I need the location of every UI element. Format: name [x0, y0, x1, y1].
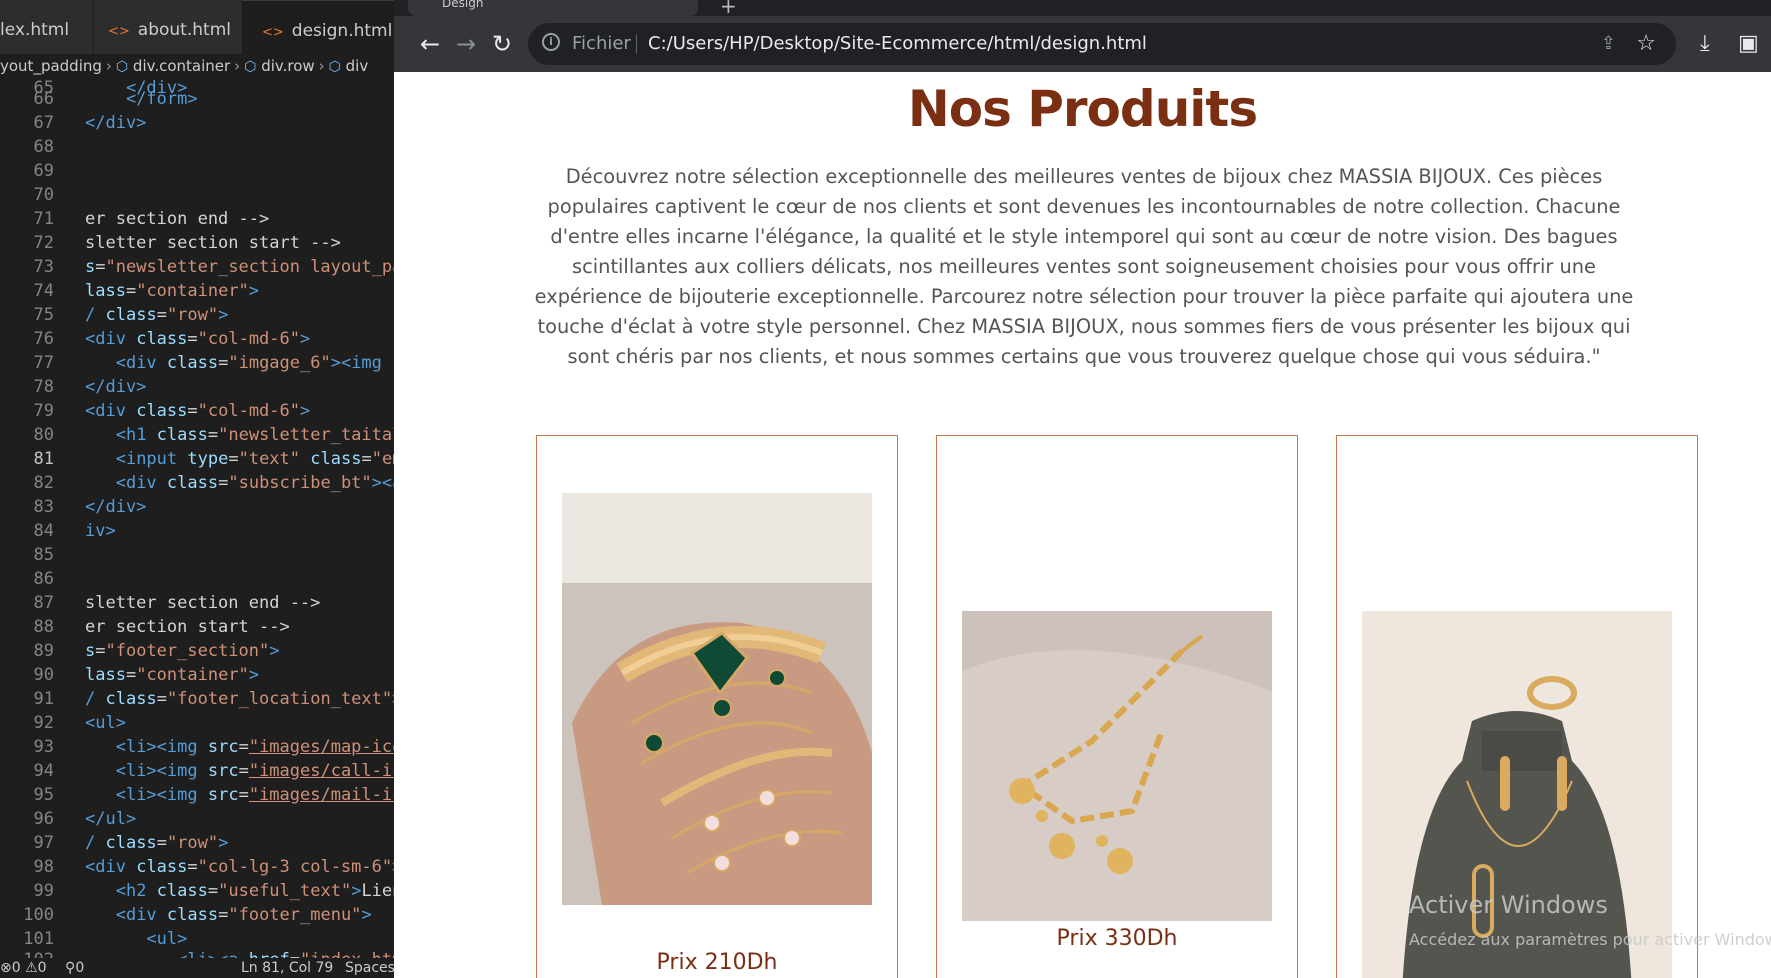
- warning-icon[interactable]: ⚠: [25, 960, 38, 976]
- browser-tab[interactable]: Design: [408, 0, 698, 16]
- code-line: 95 <li><img src="images/mail-icon: [33, 785, 394, 805]
- code-line: 89 s="footer_section">: [33, 641, 280, 661]
- element-icon: ⬡: [244, 59, 257, 75]
- forward-arrow-icon[interactable]: →: [448, 26, 484, 62]
- bracelet-set-image: [562, 493, 872, 905]
- browser-tab-title: Design: [442, 0, 484, 10]
- watermark-title: Activer Windows: [1409, 891, 1608, 919]
- code-line: 90 lass="container">: [33, 665, 260, 685]
- element-icon: ⬡: [328, 59, 341, 75]
- chevron-right-icon: ›: [105, 57, 112, 75]
- breadcrumb: yout_padding › ⬡ div.container › ⬡ div.row › ⬡…: [0, 54, 394, 78]
- code-line: 71 er section end -->: [33, 209, 270, 229]
- side-panel-icon[interactable]: ▣: [1738, 26, 1759, 62]
- editor-tab-bar: lex.html <>about.html✕ <>design.html: [0, 0, 394, 61]
- code-editor: lex.html <>about.html✕ <>design.html you…: [0, 0, 394, 978]
- divider: [636, 34, 637, 54]
- tab-label: lex.html: [0, 20, 70, 40]
- error-icon[interactable]: ⊗: [0, 960, 12, 976]
- product-card[interactable]: Prix 210Dh: [536, 435, 898, 978]
- code-line: 67 </div>: [33, 113, 147, 133]
- code-line: 94 <li><img src="images/call-icon: [33, 761, 394, 781]
- code-line: 74 lass="container">: [33, 281, 260, 301]
- page-title: Nos Produits: [907, 80, 1258, 138]
- intro-paragraph: Découvrez notre sélection exceptionnelle…: [534, 165, 1634, 368]
- breadcrumb-item[interactable]: div: [346, 57, 369, 75]
- url-scheme-label: Fichier: [572, 33, 631, 54]
- warnings-count[interactable]: 0: [38, 960, 47, 976]
- code-line: 76 <div class="col-md-6">: [33, 329, 311, 349]
- code-line: 98<div class="col-lg-3 col-sm-6">: [33, 857, 394, 877]
- breadcrumb-item[interactable]: yout_padding: [0, 57, 102, 75]
- code-line: 82 <div class="subscribe_bt"><a h: [33, 473, 394, 493]
- code-line: 87 sletter section end -->: [33, 593, 321, 613]
- product-price: Prix 210Dh: [656, 950, 778, 975]
- code-line: 93 <li><img src="images/map-icon: [33, 737, 394, 757]
- code-line: 78 </div>: [33, 377, 147, 397]
- product-card[interactable]: Prix 330Dh: [936, 435, 1298, 978]
- code-line: 70: [33, 185, 54, 205]
- code-line: 80 <h1 class="newsletter_taital": [33, 425, 394, 445]
- code-line: 96 </ul>: [33, 809, 137, 829]
- watermark-subtitle: Accédez aux paramètres pour activer Wind…: [1409, 930, 1771, 949]
- web-page: Nos Produits Découvrez notre sélection e…: [394, 72, 1771, 978]
- code-line: 72 sletter section start -->: [33, 233, 341, 253]
- reload-icon[interactable]: ↻: [484, 26, 520, 62]
- browser-window: Design + ← → ↻ i Fichier C:/Users/HP/Des…: [394, 0, 1771, 978]
- status-bar: ⊗0 ⚠0 ⚲0 Ln 81, Col 79 Spaces:: [0, 958, 394, 978]
- chevron-right-icon: ›: [318, 57, 325, 75]
- chevron-right-icon: ›: [234, 57, 241, 75]
- ports-icon[interactable]: ⚲: [65, 960, 75, 976]
- code-line: 97/ class="row">: [33, 833, 229, 853]
- chain-bracelet-image: [962, 611, 1272, 921]
- tab-design-html[interactable]: <> design.html: [242, 0, 394, 61]
- tab-label: design.html: [291, 21, 393, 41]
- url-text[interactable]: C:/Users/HP/Desktop/Site-Ecommerce/html/…: [648, 23, 1147, 65]
- product-image-chain-bracelet[interactable]: [962, 611, 1272, 921]
- code-line: 83 </div>: [33, 497, 147, 517]
- address-bar[interactable]: i Fichier C:/Users/HP/Desktop/Site-Ecomm…: [528, 23, 1676, 65]
- code-line: 99 <h2 class="useful_text">Lien U: [33, 881, 394, 901]
- back-arrow-icon[interactable]: ←: [412, 26, 448, 62]
- code-line: 77 <div class="imgage_6"><img src: [33, 353, 394, 373]
- code-line: 69: [33, 161, 54, 181]
- code-line: 100 <div class="footer_menu">: [23, 905, 372, 925]
- cursor-position[interactable]: Ln 81, Col 79: [241, 958, 333, 978]
- code-line: 81 <input type="text" class="emai: [33, 449, 394, 469]
- code-line: 73 s="newsletter_section layout_padd: [33, 257, 394, 277]
- problems-count[interactable]: 0: [12, 960, 21, 976]
- product-price: Prix 330Dh: [1056, 926, 1178, 951]
- html-file-icon: <>: [262, 25, 284, 40]
- download-icon[interactable]: ⤓: [1700, 26, 1710, 62]
- code-line: 75/ class="row">: [33, 305, 229, 325]
- code-line: 86: [33, 569, 54, 589]
- product-image-bracelets[interactable]: [562, 493, 872, 905]
- info-icon[interactable]: i: [542, 33, 560, 51]
- code-line: 92 <ul>: [33, 713, 126, 733]
- browser-tab-strip: Design +: [394, 0, 1771, 18]
- tab-index-html[interactable]: lex.html: [0, 0, 92, 60]
- code-line: 88 er section start -->: [33, 617, 290, 637]
- tab-label: about.html: [137, 20, 231, 40]
- tab-about-html[interactable]: <>about.html✕: [94, 0, 255, 60]
- breadcrumb-item[interactable]: div.row: [261, 57, 314, 75]
- code-line: 68: [33, 137, 54, 157]
- element-icon: ⬡: [115, 59, 129, 75]
- code-line: 85: [33, 545, 54, 565]
- bookmark-star-icon[interactable]: ☆: [1636, 23, 1656, 65]
- share-icon[interactable]: ⇪: [1601, 23, 1616, 65]
- code-line: 84 iv>: [33, 521, 116, 541]
- html-file-icon: <>: [108, 24, 130, 39]
- breadcrumb-item[interactable]: div.container: [133, 57, 230, 75]
- code-line: 66 </form>: [33, 89, 198, 109]
- ports-count[interactable]: 0: [75, 960, 84, 976]
- code-line: 79 <div class="col-md-6">: [33, 401, 311, 421]
- windows-activation-watermark: Activer Windows Accédez aux paramètres p…: [1409, 890, 1771, 952]
- browser-toolbar: ← → ↻ i Fichier C:/Users/HP/Desktop/Site…: [394, 16, 1771, 72]
- indentation[interactable]: Spaces:: [345, 958, 394, 978]
- code-line: 91/ class="footer_location_text">: [33, 689, 394, 709]
